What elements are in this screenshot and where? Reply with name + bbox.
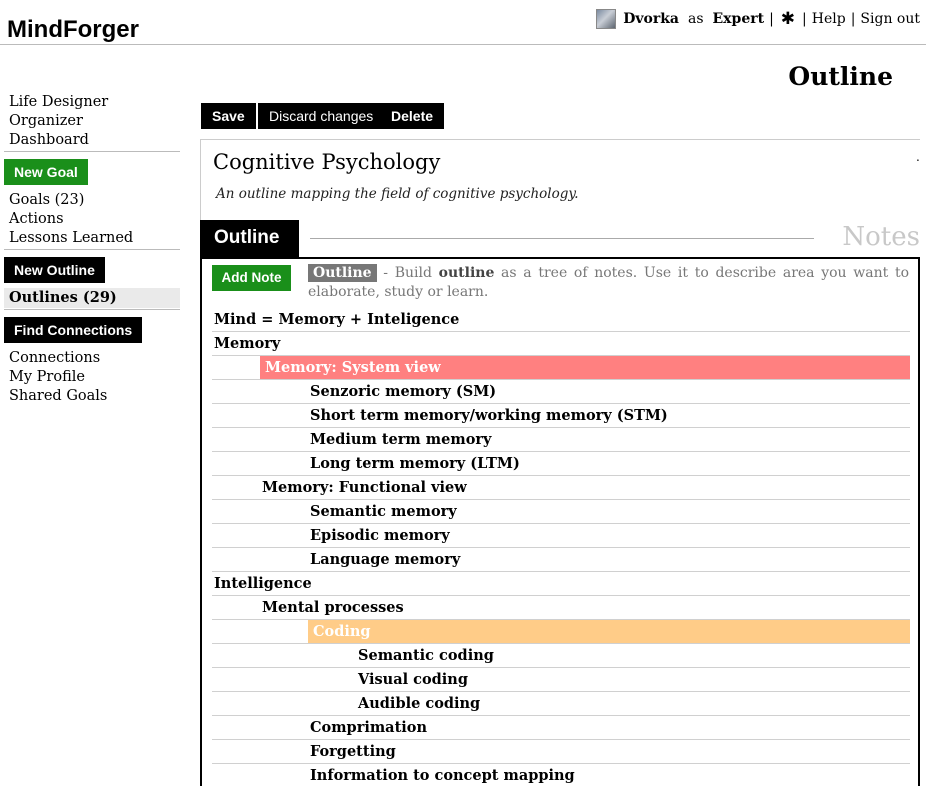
save-button[interactable]: Save <box>201 103 256 129</box>
tree-row-label: Episodic memory <box>310 527 450 544</box>
nav-item-my-profile[interactable]: My Profile <box>9 368 107 387</box>
tree-row[interactable]: Semantic coding <box>212 644 910 668</box>
tree-row-label: Short term memory/working memory (STM) <box>310 407 668 424</box>
tree-row[interactable]: Senzoric memory (SM) <box>212 380 910 404</box>
tab-outline[interactable]: Outline <box>200 220 299 258</box>
outline-title[interactable]: Cognitive Psychology <box>213 150 440 174</box>
hint-text-pre: - Build <box>376 265 439 281</box>
tab-divider <box>310 238 814 239</box>
nav-bottom: Connections My Profile Shared Goals <box>9 349 107 406</box>
tree-row[interactable]: Intelligence <box>212 572 910 596</box>
tree-row-label: Semantic coding <box>358 647 494 664</box>
nav-item-outlines[interactable]: Outlines (29) <box>4 288 180 308</box>
tree-row-label: Visual coding <box>358 671 468 688</box>
divider <box>4 309 180 310</box>
tree-row-label: Long term memory (LTM) <box>310 455 520 472</box>
separator: | <box>850 11 856 27</box>
username-link[interactable]: Dvorka <box>623 11 679 27</box>
divider <box>4 249 180 250</box>
tree-row-label: Audible coding <box>358 695 481 712</box>
gear-icon[interactable]: ✱ <box>781 10 795 28</box>
hint-text-bold: outline <box>438 265 495 281</box>
nav-item-lessons-learned[interactable]: Lessons Learned <box>9 229 133 248</box>
nav-item-shared-goals[interactable]: Shared Goals <box>9 387 107 406</box>
tree-row[interactable]: Audible coding <box>212 692 910 716</box>
tree-row[interactable]: Short term memory/working memory (STM) <box>212 404 910 428</box>
nav-item-dashboard[interactable]: Dashboard <box>9 131 108 150</box>
tree-row[interactable]: Mental processes <box>212 596 910 620</box>
tree-row[interactable]: Information to concept mapping <box>212 764 910 786</box>
tree-row-highlighted[interactable]: Coding <box>212 620 910 644</box>
separator: | <box>769 11 774 27</box>
tree-row[interactable]: Forgetting <box>212 740 910 764</box>
new-goal-button[interactable]: New Goal <box>4 159 88 185</box>
nav-item-life-designer[interactable]: Life Designer <box>9 93 108 112</box>
tree-row-label: Coding <box>308 620 910 643</box>
new-outline-button[interactable]: New Outline <box>4 257 105 283</box>
tree-row-label: Intelligence <box>214 575 312 592</box>
tree-row-selected[interactable]: Memory: System view <box>212 356 910 380</box>
tree-row-label: Memory: Functional view <box>262 479 467 496</box>
nav-item-goals[interactable]: Goals (23) <box>9 191 133 210</box>
tree-row-label: Semantic memory <box>310 503 457 520</box>
tree-row[interactable]: Language memory <box>212 548 910 572</box>
sign-out-link[interactable]: Sign out <box>860 11 920 27</box>
role-link[interactable]: Expert <box>713 11 765 27</box>
outline-hint: Outline - Build outline as a tree of not… <box>308 264 909 302</box>
add-note-button[interactable]: Add Note <box>212 265 291 291</box>
tree-row-label: Forgetting <box>310 743 396 760</box>
tab-notes[interactable]: Notes <box>842 222 920 252</box>
help-link[interactable]: Help <box>812 11 846 27</box>
tree-row-label: Language memory <box>310 551 461 568</box>
avatar[interactable] <box>596 9 617 29</box>
nav-item-organizer[interactable]: Organizer <box>9 112 108 131</box>
nav-top: Life Designer Organizer Dashboard <box>9 93 108 150</box>
tree-row-label: Mental processes <box>262 599 404 616</box>
tree-row-label: Senzoric memory (SM) <box>310 383 497 400</box>
page-title: Outline <box>788 62 893 91</box>
tree-row[interactable]: Comprimation <box>212 716 910 740</box>
outline-tag: Outline <box>308 264 377 282</box>
tree-row[interactable]: Semantic memory <box>212 500 910 524</box>
tree-row[interactable]: Long term memory (LTM) <box>212 452 910 476</box>
tree-row-label: Mind = Memory + Inteligence <box>214 311 460 328</box>
outline-description[interactable]: An outline mapping the field of cognitiv… <box>216 186 579 202</box>
nav-goals: Goals (23) Actions Lessons Learned <box>9 191 133 248</box>
tree-row[interactable]: Visual coding <box>212 668 910 692</box>
tree-row[interactable]: Medium term memory <box>212 428 910 452</box>
tree-row[interactable]: Mind = Memory + Inteligence <box>212 308 910 332</box>
tree-row-label: Information to concept mapping <box>310 767 575 784</box>
divider <box>4 151 180 152</box>
note-tree: Mind = Memory + Inteligence Memory Memor… <box>212 308 910 786</box>
delete-button[interactable]: Delete <box>380 103 445 129</box>
tree-row-label: Memory: System view <box>260 356 910 379</box>
nav-item-actions[interactable]: Actions <box>9 210 133 229</box>
tree-row[interactable]: Memory: Functional view <box>212 476 910 500</box>
as-label: as <box>687 11 704 27</box>
separator: | <box>802 11 807 27</box>
title-marker: . <box>916 150 920 164</box>
tree-row-label: Comprimation <box>310 719 427 736</box>
tree-row-label: Memory <box>214 335 281 352</box>
tree-row-label: Medium term memory <box>310 431 492 448</box>
find-connections-button[interactable]: Find Connections <box>4 317 143 343</box>
tree-row[interactable]: Memory <box>212 332 910 356</box>
discard-changes-button[interactable]: Discard changes <box>258 103 385 129</box>
divider <box>200 139 920 140</box>
user-box: Dvorka as Expert | ✱ | Help | Sign out <box>596 9 920 29</box>
divider <box>200 139 201 222</box>
app-brand[interactable]: MindForger <box>7 16 139 44</box>
nav-item-connections[interactable]: Connections <box>9 349 107 368</box>
tree-row[interactable]: Episodic memory <box>212 524 910 548</box>
